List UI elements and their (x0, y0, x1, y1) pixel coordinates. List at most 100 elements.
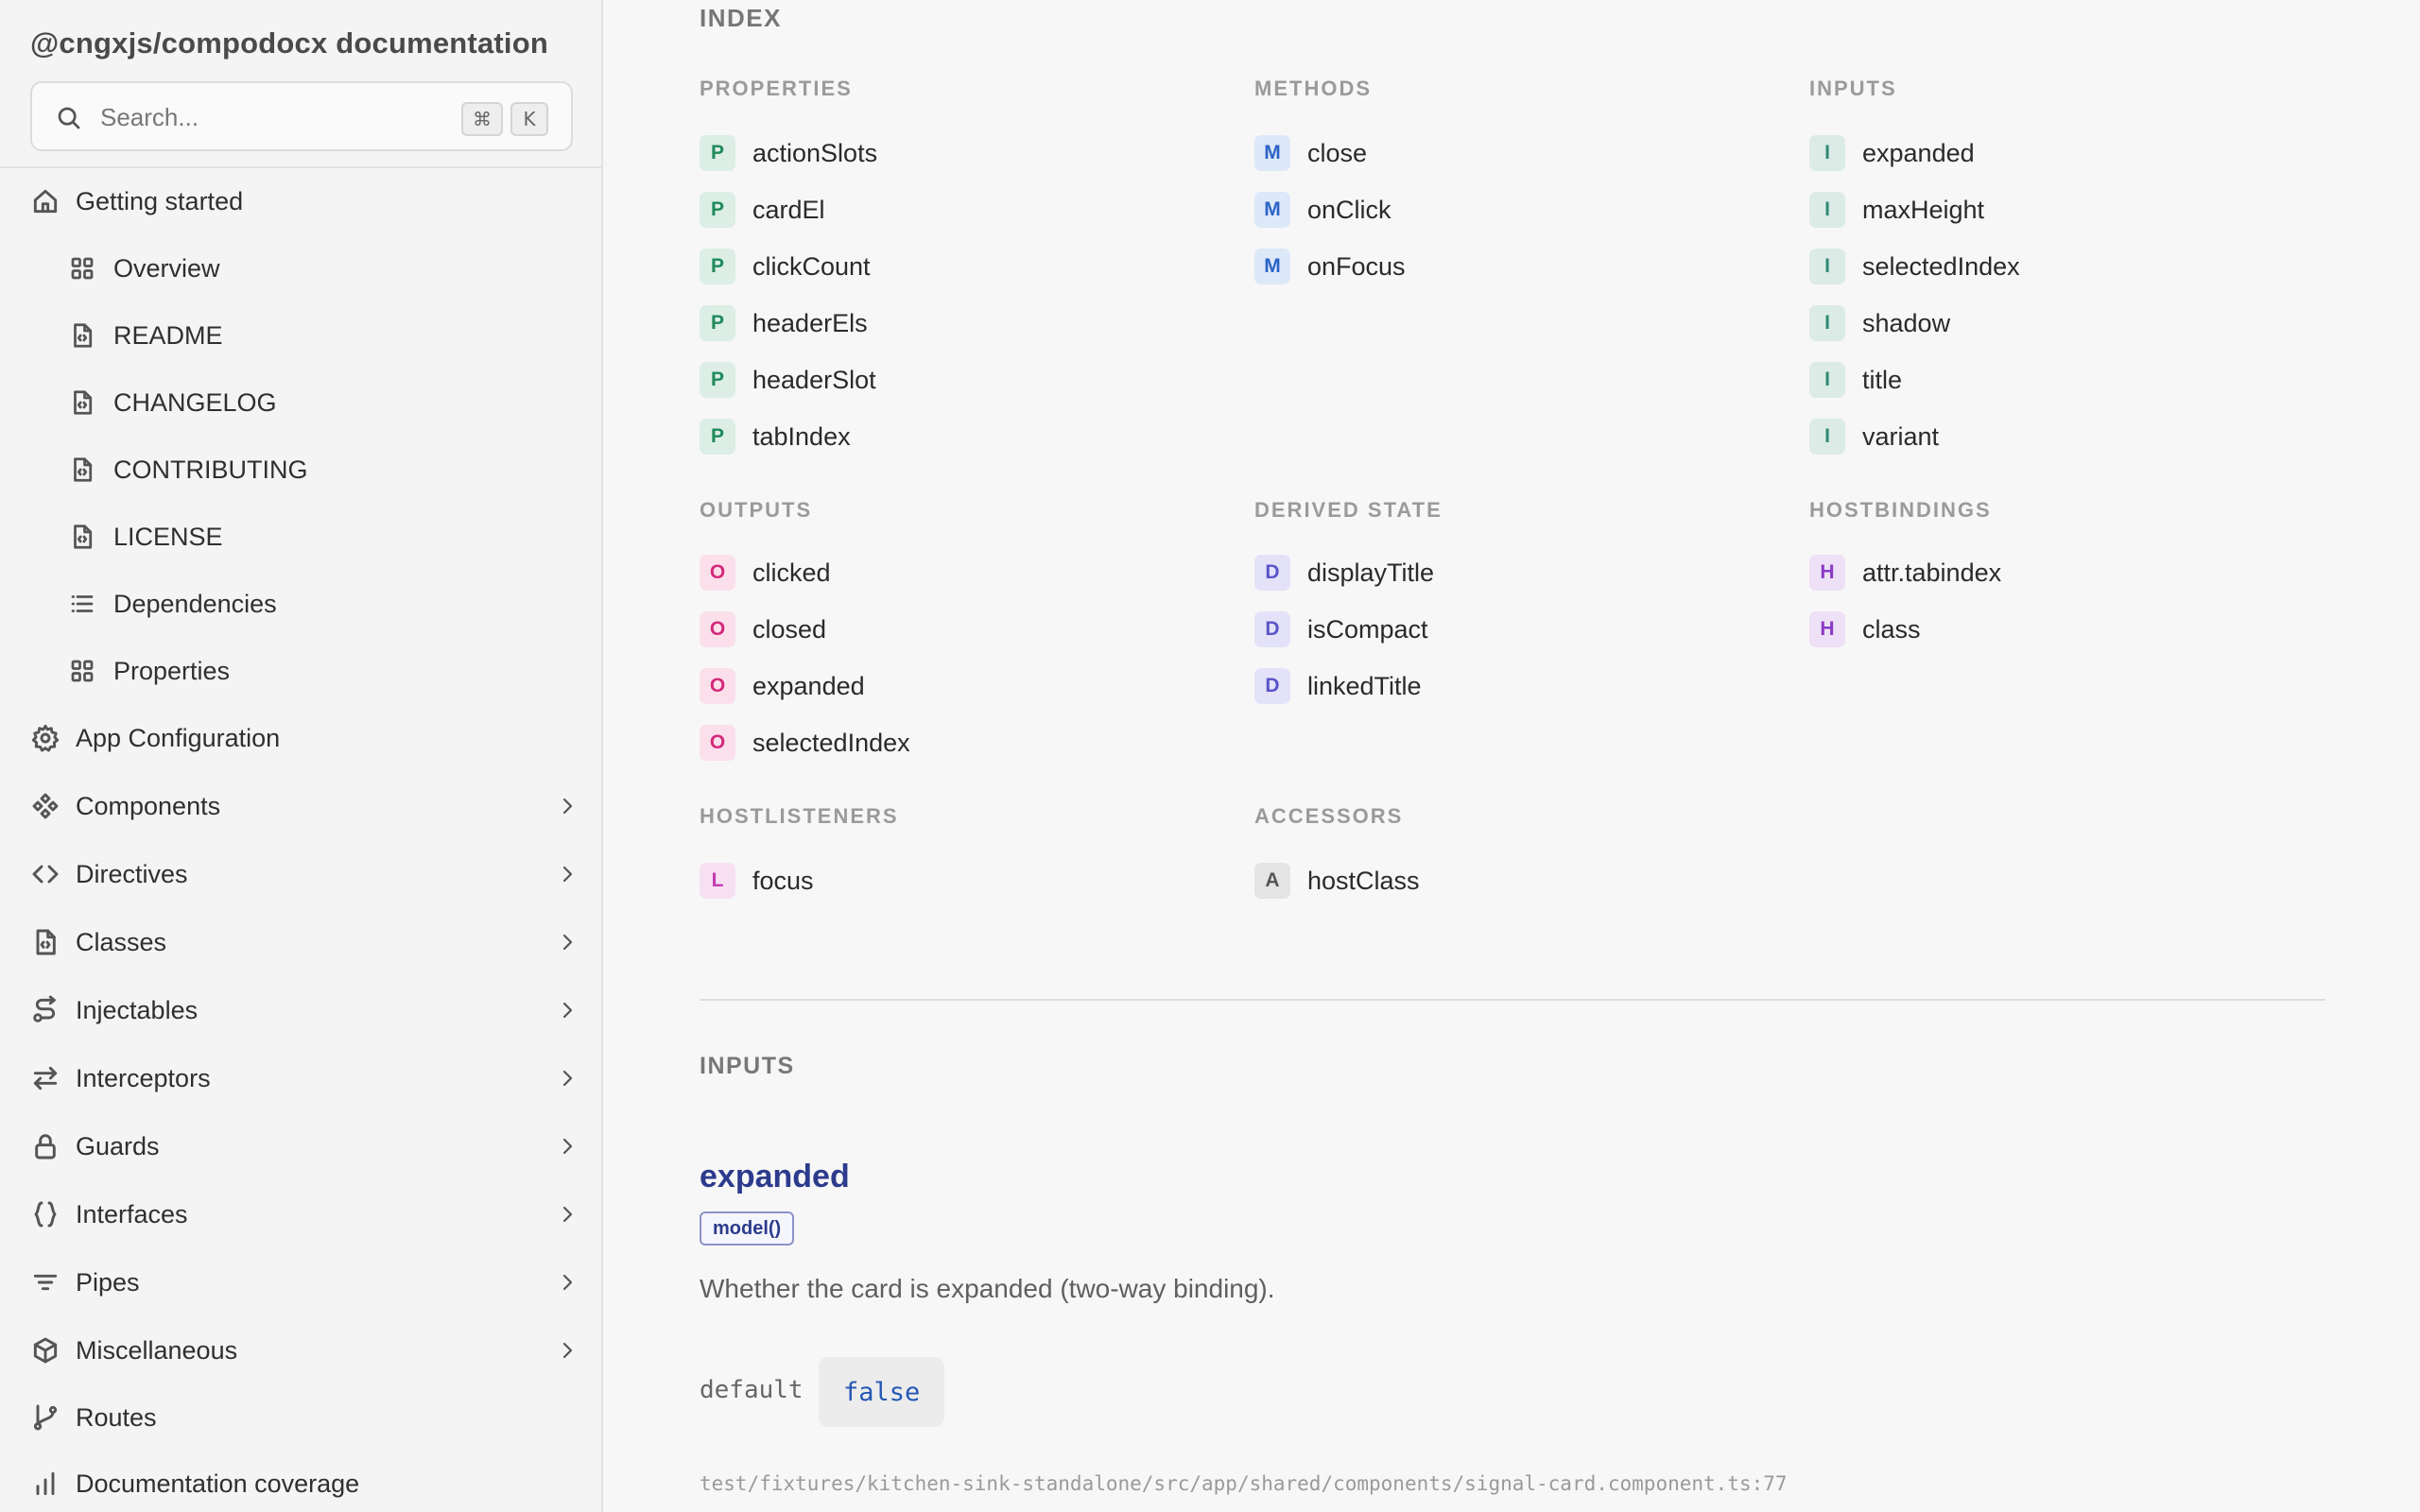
sidebar-item-app-configuration[interactable]: App Configuration (0, 710, 601, 766)
index-member-link[interactable]: PclickCount (700, 248, 871, 285)
sidebar-item-getting-started[interactable]: Getting started (0, 173, 601, 230)
group-title: HOSTBINDINGS (1809, 498, 1992, 522)
index-group-properties: PROPERTIES PactionSlots PcardEl PclickCo… (700, 76, 1229, 472)
member-name: displayTitle (1307, 558, 1435, 587)
index-member-link[interactable]: PtabIndex (700, 418, 851, 455)
sidebar-item-readme[interactable]: README (0, 307, 601, 364)
sidebar-item-routes[interactable]: Routes (0, 1389, 601, 1446)
group-title: METHODS (1254, 77, 1372, 100)
sidebar-item-label: Classes (76, 927, 167, 956)
index-member-link[interactable]: Lfocus (700, 862, 814, 900)
sidebar-item-label: Interfaces (76, 1199, 188, 1228)
index-member-link[interactable]: IselectedIndex (1809, 248, 2020, 285)
index-group-methods: METHODS Mclose MonClick MonFocus (1254, 76, 1784, 302)
index-member-link[interactable]: MonClick (1254, 191, 1392, 229)
index-member-link[interactable]: Hattr.tabindex (1809, 554, 2001, 592)
chevron-right-icon[interactable] (556, 1271, 579, 1294)
member-name: hostClass (1307, 866, 1420, 895)
index-member-link[interactable]: DdisplayTitle (1254, 554, 1434, 592)
index-member-link[interactable]: MonFocus (1254, 248, 1406, 285)
index-member-link[interactable]: Ivariant (1809, 418, 1939, 455)
index-member-link[interactable]: DisCompact (1254, 610, 1428, 648)
member-badge: P (700, 305, 735, 341)
index-group-accessors: ACCESSORS AhostClass (1254, 803, 1784, 900)
sidebar-item-interfaces[interactable]: Interfaces (0, 1186, 601, 1243)
sidebar-item-documentation-coverage[interactable]: Documentation coverage (0, 1455, 601, 1512)
sidebar-item-guards[interactable]: Guards (0, 1118, 601, 1175)
sidebar-item-label: App Configuration (76, 723, 281, 752)
chevron-right-icon[interactable] (556, 999, 579, 1022)
index-member-link[interactable]: ImaxHeight (1809, 191, 1984, 229)
sidebar-item-interceptors[interactable]: Interceptors (0, 1050, 601, 1107)
route-icon (33, 995, 56, 1022)
chevron-right-icon[interactable] (556, 1203, 579, 1226)
member-name: close (1307, 138, 1368, 167)
sidebar-item-label: Directives (76, 859, 188, 888)
sidebar-item-pipes[interactable]: Pipes (0, 1254, 601, 1311)
sidebar-item-miscellaneous[interactable]: Miscellaneous (0, 1322, 601, 1379)
chevron-right-icon[interactable] (556, 863, 579, 885)
member-name: class (1862, 614, 1921, 644)
sidebar-item-label: Dependencies (113, 589, 277, 618)
search-input[interactable] (100, 96, 459, 138)
member-name: variant (1862, 421, 1940, 451)
chevron-right-icon[interactable] (556, 1135, 579, 1158)
index-member-link[interactable]: Oclicked (700, 554, 831, 592)
sidebar-divider (0, 166, 601, 168)
file-code-icon (74, 457, 93, 482)
member-badge: O (700, 668, 735, 704)
chevron-right-icon[interactable] (556, 1339, 579, 1362)
group-title: HOSTLISTENERS (700, 804, 899, 828)
member-name: linkedTitle (1307, 671, 1422, 700)
sidebar-item-dependencies[interactable]: Dependencies (0, 576, 601, 632)
sidebar-item-license[interactable]: LICENSE (0, 508, 601, 565)
group-title: DERIVED STATE (1254, 498, 1443, 522)
member-badge: O (700, 555, 735, 591)
chevron-right-icon[interactable] (556, 1067, 579, 1090)
sidebar-item-label: LICENSE (113, 522, 223, 551)
index-member-link[interactable]: PheaderEls (700, 304, 868, 342)
home-icon (33, 189, 58, 214)
sidebar-item-injectables[interactable]: Injectables (0, 982, 601, 1039)
sidebar-item-components[interactable]: Components (0, 778, 601, 834)
default-label: default (700, 1376, 804, 1404)
sidebar-item-overview[interactable]: Overview (0, 240, 601, 297)
index-member-link[interactable]: Oexpanded (700, 667, 865, 705)
member-name: selectedIndex (1862, 251, 2020, 281)
index-member-link[interactable]: Hclass (1809, 610, 1921, 648)
search-box[interactable]: ⌘ K (30, 81, 573, 151)
braces-icon (34, 1201, 57, 1228)
sidebar-item-contributing[interactable]: CONTRIBUTING (0, 441, 601, 498)
index-member-link[interactable]: Mclose (1254, 134, 1367, 172)
index-member-link[interactable]: AhostClass (1254, 862, 1420, 900)
index-group-inputs: INPUTS Iexpanded ImaxHeight IselectedInd… (1809, 76, 2339, 472)
index-member-link[interactable]: PactionSlots (700, 134, 877, 172)
sidebar-item-properties[interactable]: Properties (0, 643, 601, 699)
chevron-right-icon[interactable] (556, 795, 579, 817)
member-name: cardEl (752, 195, 825, 224)
index-member-link[interactable]: Iexpanded (1809, 134, 1975, 172)
sidebar-item-label: Getting started (76, 186, 244, 215)
sidebar-item-changelog[interactable]: CHANGELOG (0, 374, 601, 431)
index-member-link[interactable]: PcardEl (700, 191, 825, 229)
sidebar-item-label: README (113, 320, 223, 350)
app-title[interactable]: @cngxjs/compodocx documentation (30, 26, 548, 60)
index-member-link[interactable]: PheaderSlot (700, 361, 876, 399)
index-group-hostbindings: HOSTBINDINGS Hattr.tabindex Hclass (1809, 497, 2339, 648)
index-member-link[interactable]: OselectedIndex (700, 724, 910, 762)
shortcut-k-key: K (510, 102, 548, 136)
member-badge: P (700, 362, 735, 398)
input-name-heading[interactable]: expanded (700, 1159, 850, 1195)
index-member-link[interactable]: DlinkedTitle (1254, 667, 1422, 705)
member-name: title (1862, 365, 1903, 394)
sidebar-item-classes[interactable]: Classes (0, 914, 601, 971)
chevron-right-icon[interactable] (556, 931, 579, 954)
index-member-link[interactable]: Ititle (1809, 361, 1902, 399)
source-file-path[interactable]: test/fixtures/kitchen-sink-standalone/sr… (700, 1472, 1788, 1495)
sidebar-item-directives[interactable]: Directives (0, 846, 601, 902)
index-member-link[interactable]: Ishadow (1809, 304, 1950, 342)
index-member-link[interactable]: Oclosed (700, 610, 826, 648)
file-code-icon (74, 390, 93, 415)
member-badge: I (1809, 362, 1845, 398)
member-badge: M (1254, 135, 1290, 171)
